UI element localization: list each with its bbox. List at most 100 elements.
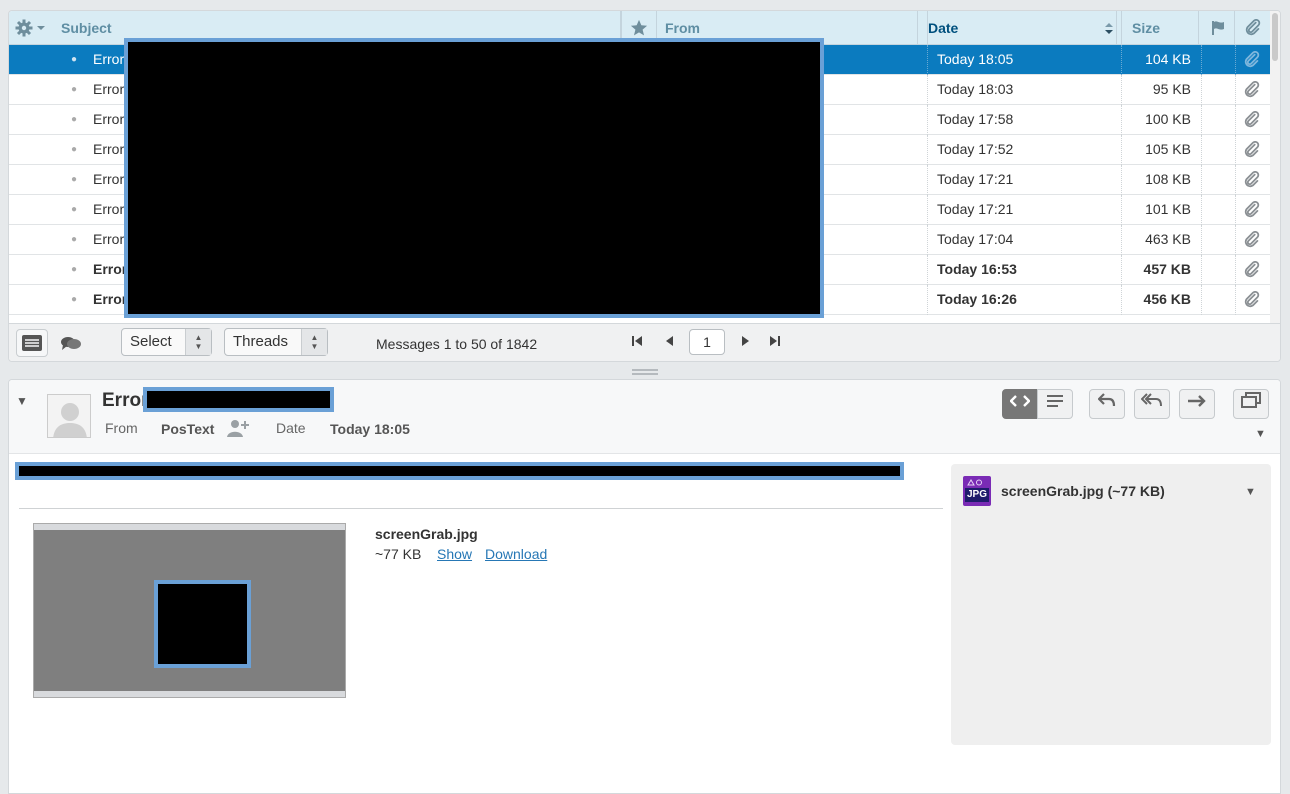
- attachment-menu-chevron-down-icon[interactable]: ▼: [1245, 486, 1256, 498]
- row-date: Today 18:05: [937, 51, 1014, 67]
- row-attachment-paperclip-icon: [1237, 165, 1267, 194]
- page-number-input[interactable]: 1: [689, 329, 725, 355]
- thread-dot-icon: ●: [70, 54, 78, 65]
- pane-splitter-handle[interactable]: [632, 369, 658, 375]
- cell-divider: [1235, 165, 1236, 195]
- row-size: 456 KB: [1143, 291, 1191, 307]
- row-attachment-paperclip-icon: [1237, 195, 1267, 224]
- thread-dot-icon: ●: [70, 204, 78, 215]
- cell-divider: [1201, 285, 1202, 315]
- threads-dropdown[interactable]: Threads ▲ ▼: [224, 328, 328, 356]
- thread-dot-icon: ●: [70, 84, 78, 95]
- cell-divider: [1201, 195, 1202, 225]
- row-attachment-paperclip-icon: [1237, 285, 1267, 314]
- cell-divider: [1235, 75, 1236, 105]
- cell-divider: [1235, 225, 1236, 255]
- column-attachment-icon[interactable]: [1235, 11, 1271, 45]
- row-attachment-paperclip-icon: [1237, 225, 1267, 254]
- row-size: 463 KB: [1145, 231, 1191, 247]
- plain-text-view-button[interactable]: [1037, 389, 1073, 419]
- html-view-button[interactable]: [1002, 389, 1038, 419]
- list-scrollbar-thumb[interactable]: [1272, 13, 1278, 61]
- select-dropdown-label: Select: [130, 333, 172, 350]
- thread-dot-icon: ●: [70, 144, 78, 155]
- row-attachment-paperclip-icon: [1237, 45, 1267, 74]
- attachment-download-link[interactable]: Download: [485, 546, 547, 562]
- next-page-icon[interactable]: [738, 334, 752, 351]
- row-attachment-paperclip-icon: [1237, 135, 1267, 164]
- threads-view-chat-icon[interactable]: [59, 333, 83, 356]
- column-flag-icon[interactable]: [1201, 11, 1235, 45]
- cell-divider: [1201, 45, 1202, 75]
- add-contact-icon[interactable]: [226, 418, 250, 441]
- from-value[interactable]: PosText: [161, 421, 214, 437]
- row-attachment-paperclip-icon: [1237, 105, 1267, 134]
- row-size: 108 KB: [1145, 171, 1191, 187]
- cell-divider: [1235, 45, 1236, 75]
- cell-divider: [1201, 255, 1202, 285]
- reply-icon: [1097, 393, 1116, 412]
- previous-page-icon[interactable]: [663, 334, 677, 351]
- list-options-gear-icon[interactable]: [15, 18, 47, 38]
- column-date[interactable]: Date: [927, 11, 1117, 45]
- attachment-thumbnail[interactable]: [33, 523, 346, 698]
- attachment-size: ~77 KB: [375, 546, 422, 562]
- show-headers-chevron-down-icon[interactable]: ▼: [1255, 428, 1266, 440]
- thread-dot-icon: ●: [70, 264, 78, 275]
- thread-dot-icon: ●: [70, 114, 78, 125]
- column-size[interactable]: Size: [1121, 11, 1199, 45]
- row-date: Today 17:21: [937, 171, 1014, 187]
- first-page-icon[interactable]: [630, 334, 644, 351]
- message-subject: Error: [102, 390, 149, 411]
- message-list-footer: Select ▲ ▼ Threads ▲ ▼ Messages 1 to 50 of…: [9, 323, 1280, 361]
- row-date: Today 16:26: [937, 291, 1017, 307]
- message-count: Messages 1 to 50 of 1842: [376, 336, 538, 352]
- row-date: Today 18:03: [937, 81, 1014, 97]
- row-size: 101 KB: [1145, 201, 1191, 217]
- new-window-icon: [1241, 392, 1261, 412]
- cell-divider: [1235, 195, 1236, 225]
- redacted-region-list: [124, 38, 824, 318]
- attachment-list-item-label[interactable]: screenGrab.jpg (~77 KB): [1001, 483, 1165, 499]
- list-icon: [17, 335, 47, 359]
- cell-divider: [1235, 285, 1236, 315]
- select-dropdown[interactable]: Select ▲ ▼: [121, 328, 212, 356]
- row-date: Today 17:58: [937, 111, 1014, 127]
- redacted-region-subject: [143, 387, 334, 412]
- from-label: From: [105, 420, 138, 436]
- collapse-header-icon[interactable]: ▼: [16, 394, 28, 408]
- cell-divider: [1235, 105, 1236, 135]
- text-lines-icon: [1046, 395, 1064, 412]
- attachment-name: screenGrab.jpg: [375, 526, 478, 542]
- row-attachment-paperclip-icon: [1237, 75, 1267, 104]
- body-separator: [19, 508, 943, 509]
- thread-dot-icon: ●: [70, 294, 78, 305]
- column-date-label: Date: [928, 20, 959, 36]
- last-page-icon[interactable]: [768, 334, 782, 351]
- thread-dot-icon: ●: [70, 174, 78, 185]
- cell-divider: [1201, 135, 1202, 165]
- reply-button[interactable]: [1089, 389, 1125, 419]
- open-new-window-button[interactable]: [1233, 389, 1269, 419]
- row-attachment-paperclip-icon: [1237, 255, 1267, 284]
- cell-divider: [1201, 75, 1202, 105]
- forward-button[interactable]: [1179, 389, 1215, 419]
- attachment-list-panel: JPG screenGrab.jpg (~77 KB) ▼: [951, 464, 1271, 745]
- thumbnail-bottom-bar: [34, 691, 345, 697]
- list-view-button[interactable]: [16, 329, 48, 357]
- row-date: Today 17:52: [937, 141, 1014, 157]
- reply-all-icon: [1140, 393, 1163, 412]
- cell-divider: [1235, 135, 1236, 165]
- row-size: 457 KB: [1143, 261, 1191, 277]
- threads-dropdown-label: Threads: [233, 333, 289, 350]
- row-date: Today 17:21: [937, 201, 1014, 217]
- thread-dot-icon: ●: [70, 234, 78, 245]
- cell-divider: [1235, 255, 1236, 285]
- reply-all-button[interactable]: [1134, 389, 1170, 419]
- attachment-show-link[interactable]: Show: [437, 546, 472, 562]
- row-size: 100 KB: [1145, 111, 1191, 127]
- jpg-file-icon: JPG: [963, 476, 991, 506]
- list-scrollbar[interactable]: [1270, 11, 1280, 323]
- cell-divider: [1201, 105, 1202, 135]
- row-date: Today 17:04: [937, 231, 1014, 247]
